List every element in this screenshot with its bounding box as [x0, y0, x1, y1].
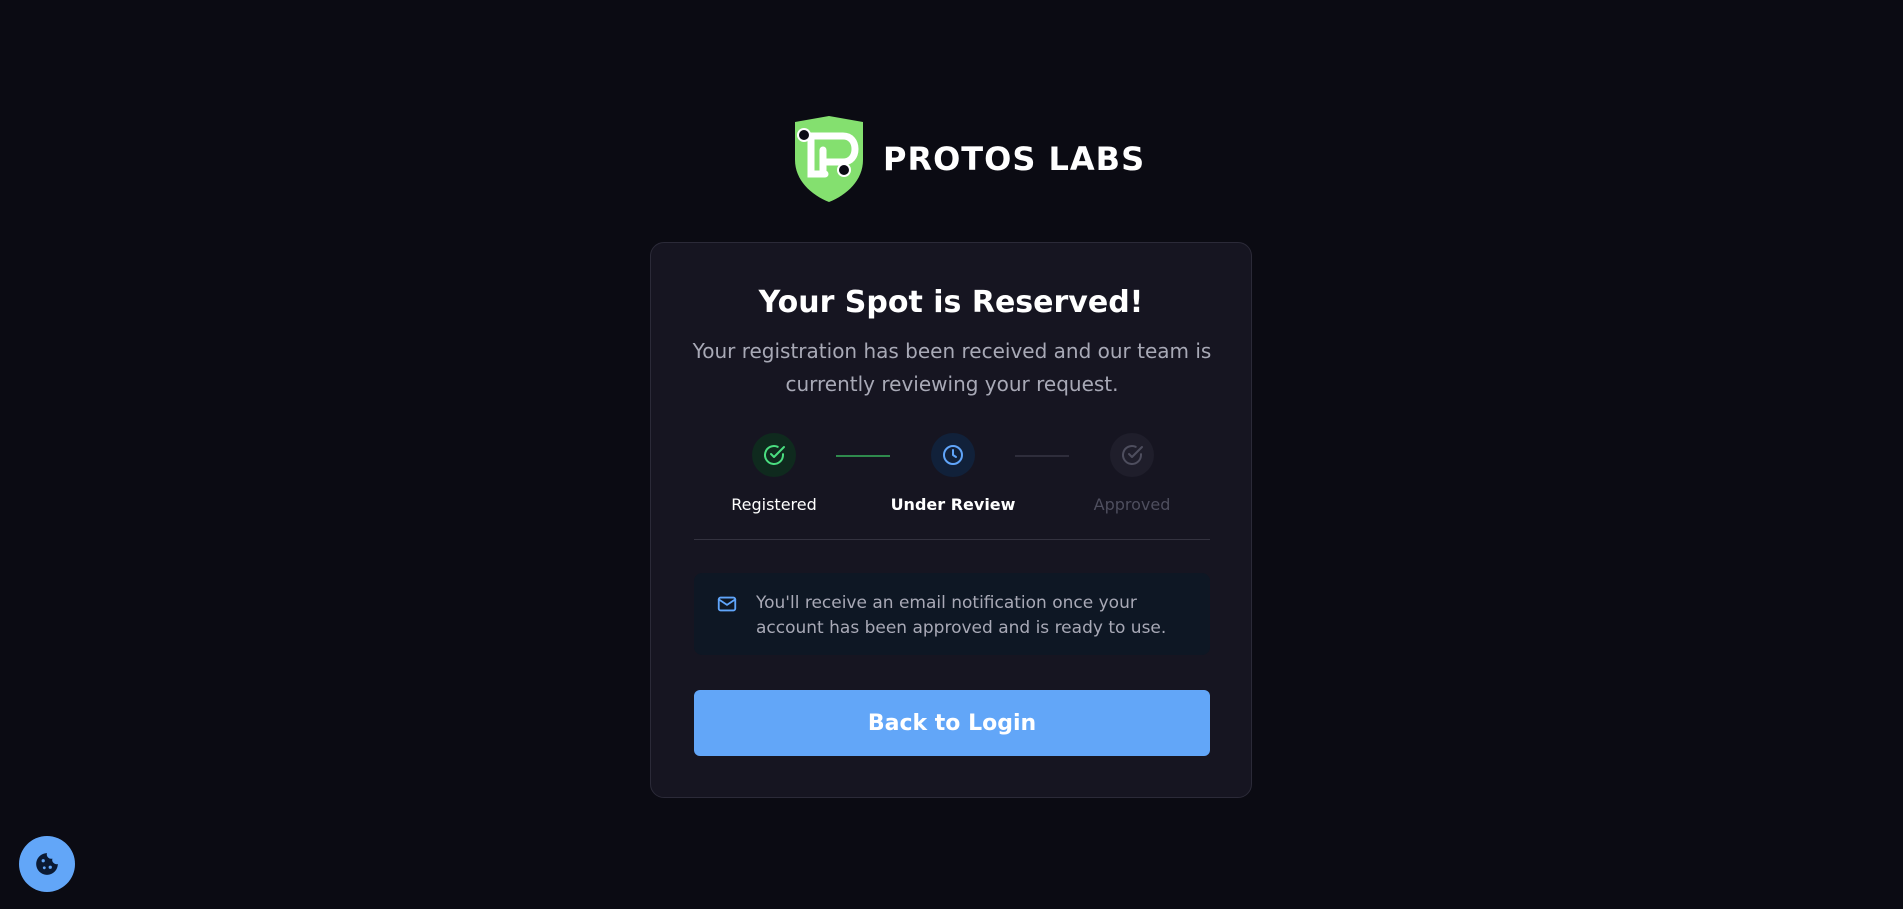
brand: PROTOS LABS — [789, 114, 1145, 204]
back-to-login-button[interactable]: Back to Login — [694, 690, 1210, 756]
notice-text: You'll receive an email notification onc… — [756, 593, 1167, 638]
step-label: Under Review — [890, 495, 1016, 514]
step-under-review: Under Review — [863, 433, 1043, 515]
step-registered: Registered — [684, 433, 864, 515]
shield-logo-icon — [795, 116, 863, 202]
step-approved-circle — [1110, 433, 1154, 477]
brand-name: PROTOS LABS — [883, 140, 1146, 178]
clock-icon — [943, 445, 963, 465]
step-registered-circle — [752, 433, 796, 477]
email-notice: You'll receive an email notification onc… — [694, 573, 1210, 655]
card-subtitle: Your registration has been received and … — [692, 339, 1212, 396]
step-connector-complete — [836, 455, 890, 457]
page: PROTOS LABS Your Spot is Reserved! Your … — [0, 0, 1903, 909]
mail-icon — [717, 596, 737, 612]
cookie-icon — [36, 853, 58, 875]
step-under-review-circle — [931, 433, 975, 477]
progress-steps: Registered Under Review Approved — [651, 433, 1251, 515]
divider — [694, 539, 1210, 540]
step-approved: Approved — [1042, 433, 1222, 515]
check-circle-icon — [1122, 445, 1143, 465]
step-label: Registered — [731, 495, 817, 514]
step-label: Approved — [1093, 495, 1171, 514]
card-title: Your Spot is Reserved! — [758, 285, 1144, 320]
confirmation-card: Your Spot is Reserved! Your registration… — [650, 242, 1252, 798]
cookie-settings-button[interactable] — [19, 836, 75, 892]
step-connector-pending — [1015, 455, 1069, 457]
check-circle-icon — [764, 445, 785, 465]
